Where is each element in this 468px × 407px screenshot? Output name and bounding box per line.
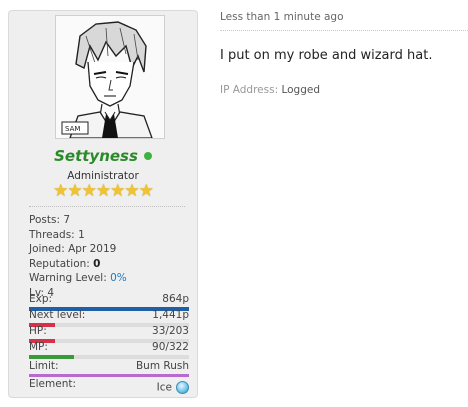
post-timestamp[interactable]: Less than 1 minute ago (220, 11, 344, 23)
warning-row: Warning Level: 0% (29, 271, 189, 286)
hp-value: 33/203 (152, 325, 189, 337)
posts-label: Posts: (29, 214, 60, 226)
username[interactable]: Settyness (9, 147, 197, 165)
posts-row: Posts: 7 (29, 213, 189, 228)
threads-row: Threads: 1 (29, 228, 189, 243)
joined-value: Apr 2019 (68, 243, 117, 256)
online-status-icon (143, 151, 152, 160)
rank-stars: ★★★★★★★ (53, 181, 154, 201)
limit-stat: Limit: Bum Rush (29, 360, 189, 377)
ip-label: IP Address: (220, 84, 279, 96)
reputation-row: Reputation: 0 (29, 257, 189, 272)
hp-label: HP: (29, 325, 47, 337)
limit-bar (29, 374, 189, 377)
ice-orb-icon (176, 381, 189, 394)
element-stat: Element: Ice (29, 378, 189, 394)
user-sidebar: SAM Settyness Administrator ★★★★★★★ Post… (8, 10, 198, 398)
exp-value: 864p (162, 293, 189, 305)
post-header-divider (220, 30, 468, 31)
next-level-label: Next level: (29, 309, 86, 321)
limit-bar-fill (29, 374, 189, 377)
warning-level-link[interactable]: 0% (110, 272, 127, 284)
avatar-drawing: SAM (56, 16, 164, 138)
reputation-label: Reputation: (29, 257, 90, 270)
sidebar-divider (29, 206, 185, 207)
post-message: I put on my robe and wizard hat. (220, 48, 433, 63)
avatar[interactable]: SAM (55, 15, 165, 139)
exp-label: Exp: (29, 293, 53, 305)
mp-bar (29, 355, 189, 359)
element-value: Ice (156, 381, 172, 394)
limit-value: Bum Rush (135, 360, 189, 372)
element-label: Element: (29, 378, 77, 390)
limit-label: Limit: (29, 360, 59, 372)
threads-label: Threads: (29, 228, 75, 241)
posts-value: 7 (63, 214, 71, 226)
ip-value: Logged (281, 84, 321, 96)
mp-bar-fill (29, 355, 74, 359)
avatar-signature: SAM (65, 125, 80, 133)
reputation-value[interactable]: 0 (93, 258, 100, 270)
threads-value: 1 (78, 228, 85, 241)
user-stats: Posts: 7 Threads: 1 Joined: Apr 2019 Rep… (29, 213, 189, 301)
next-level-value: 1,441p (152, 309, 189, 321)
mp-stat: MP: 90/322 (29, 341, 189, 359)
warning-label: Warning Level: (29, 272, 107, 285)
joined-label: Joined: (29, 243, 65, 256)
ip-address: IP Address: Logged (220, 84, 320, 96)
mp-label: MP: (29, 341, 48, 353)
username-text[interactable]: Settyness (54, 147, 138, 165)
joined-row: Joined: Apr 2019 (29, 242, 189, 257)
mp-value: 90/322 (152, 341, 189, 353)
